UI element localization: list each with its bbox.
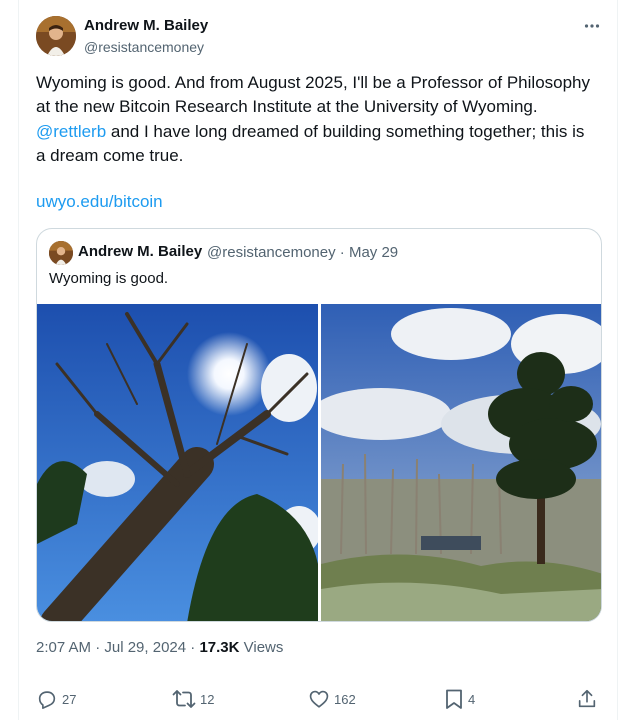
action-bar: 27 12 162 4 bbox=[36, 686, 602, 712]
views-label: Views bbox=[239, 639, 284, 656]
quote-image-tree-sky[interactable] bbox=[37, 304, 318, 621]
mention-link[interactable]: @rettlerb bbox=[36, 122, 106, 141]
tweet-text: Wyoming is good. And from August 2025, I… bbox=[36, 71, 596, 168]
timestamp-date: 2:07 AM · Jul 29, 2024 · bbox=[36, 639, 200, 656]
repost-button[interactable]: 12 bbox=[172, 686, 214, 712]
quote-meta: @resistancemoney · May 29 bbox=[207, 244, 399, 261]
author-handle[interactable]: @resistancemoney bbox=[84, 39, 204, 55]
bookmark-button[interactable]: 4 bbox=[444, 686, 475, 712]
repost-icon bbox=[172, 688, 196, 710]
author-name[interactable]: Andrew M. Bailey bbox=[84, 17, 208, 34]
reply-count: 27 bbox=[62, 691, 77, 707]
share-button[interactable] bbox=[576, 686, 598, 712]
reply-button[interactable]: 27 bbox=[36, 686, 76, 712]
reply-icon bbox=[36, 688, 58, 710]
quote-author-name: Andrew M. Bailey bbox=[78, 243, 203, 260]
quote-avatar bbox=[49, 241, 73, 265]
more-icon[interactable] bbox=[580, 14, 604, 38]
quote-image-pine-pond[interactable] bbox=[321, 304, 601, 621]
quoted-tweet[interactable]: Andrew M. Bailey @resistancemoney · May … bbox=[36, 228, 602, 622]
repost-count: 12 bbox=[200, 691, 215, 707]
bookmark-icon bbox=[444, 688, 464, 710]
author-avatar[interactable] bbox=[36, 16, 76, 56]
like-button[interactable]: 162 bbox=[308, 686, 356, 712]
like-icon bbox=[308, 688, 330, 710]
quote-text: Wyoming is good. bbox=[49, 270, 169, 287]
like-count: 162 bbox=[334, 691, 356, 707]
share-icon bbox=[576, 688, 598, 710]
views-count: 17.3K bbox=[199, 639, 240, 656]
external-link[interactable]: uwyo.edu/bitcoin bbox=[36, 192, 163, 212]
tweet-timestamp[interactable]: 2:07 AM · Jul 29, 2024 · 17.3K Views bbox=[36, 639, 283, 656]
bookmark-count: 4 bbox=[468, 691, 476, 707]
tweet-text-part1: Wyoming is good. And from August 2025, I… bbox=[36, 73, 591, 117]
tweet-text-part2: and I have long dreamed of building some… bbox=[36, 121, 585, 165]
